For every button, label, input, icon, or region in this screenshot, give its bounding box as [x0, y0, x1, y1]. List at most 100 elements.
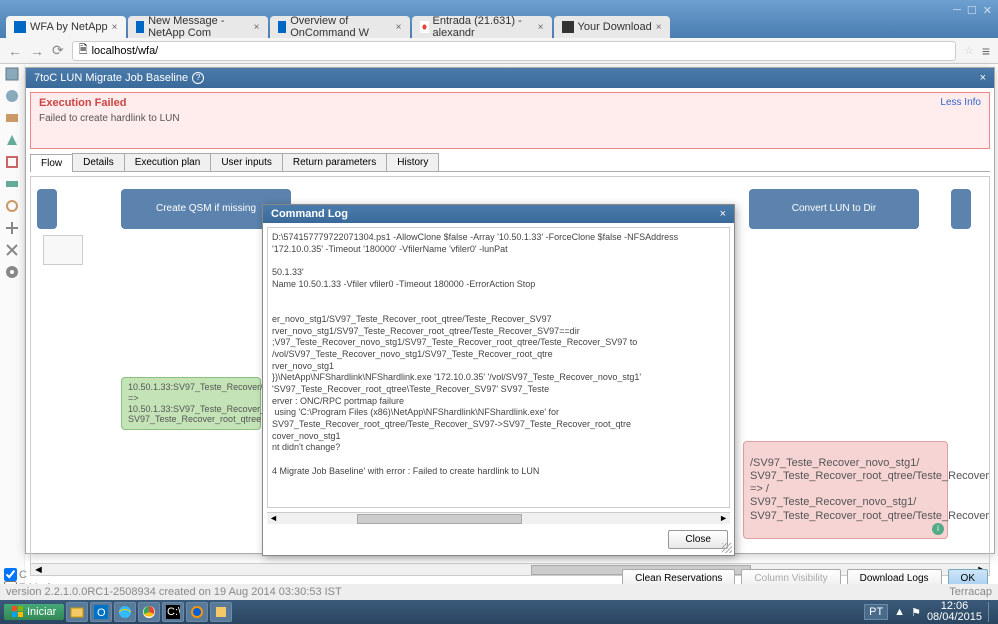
favicon: [14, 21, 26, 33]
maximize-icon[interactable]: ☐: [967, 4, 977, 17]
browser-tab[interactable]: WFA by NetApp ×: [6, 16, 126, 38]
close-button[interactable]: Close: [668, 530, 728, 549]
taskbar-item[interactable]: O: [90, 602, 112, 622]
windows-icon: [12, 606, 24, 618]
flow-thumb[interactable]: [43, 235, 83, 265]
taskbar-item[interactable]: [114, 602, 136, 622]
close-icon[interactable]: ✕: [983, 4, 992, 17]
favicon: [278, 21, 287, 33]
command-log-footer: Close: [263, 524, 734, 555]
tab-details[interactable]: Details: [72, 153, 125, 171]
close-icon[interactable]: ×: [538, 22, 544, 33]
cmd-icon: C:\: [166, 605, 180, 619]
flow-result-success[interactable]: 10.50.1.33:SV97_Teste_Recover/- => 10.50…: [121, 377, 261, 430]
scroll-right-icon[interactable]: ►: [719, 513, 728, 523]
tab-label: Overview of OnCommand W: [290, 15, 391, 39]
close-icon[interactable]: ×: [112, 22, 118, 33]
brand-text: Terracap: [949, 586, 992, 598]
tab-execution-plan[interactable]: Execution plan: [124, 153, 212, 171]
tool-icon[interactable]: [4, 110, 20, 126]
close-icon[interactable]: ×: [254, 22, 260, 33]
url-input[interactable]: 🗎 localhost/wfa/: [72, 41, 956, 61]
info-icon[interactable]: i: [932, 523, 944, 535]
browser-tab[interactable]: Your Download ×: [554, 16, 670, 38]
help-icon[interactable]: ?: [192, 72, 204, 84]
tray-icon[interactable]: ⚑: [911, 606, 921, 619]
flow-error-text: /SV97_Teste_Recover_novo_stg1/ SV97_Test…: [750, 457, 990, 522]
tab-label: New Message - NetApp Com: [148, 15, 250, 39]
checkbox[interactable]: [4, 568, 17, 581]
window-controls: ─ ☐ ✕: [953, 4, 992, 17]
tab-history[interactable]: History: [386, 153, 439, 171]
system-tray: PT ▲ ⚑ 12:06 08/04/2015: [864, 601, 994, 623]
show-desktop[interactable]: [988, 602, 994, 622]
error-message: Failed to create hardlink to LUN: [39, 109, 981, 144]
tab-return-parameters[interactable]: Return parameters: [282, 153, 387, 171]
forward-icon[interactable]: →: [30, 43, 44, 59]
close-icon[interactable]: ×: [980, 72, 986, 84]
browser-tabstrip: WFA by NetApp × New Message - NetApp Com ×…: [0, 0, 998, 38]
tool-icon[interactable]: [4, 242, 20, 258]
taskbar-item[interactable]: [66, 602, 88, 622]
browser-tab[interactable]: Overview of OnCommand W ×: [270, 16, 410, 38]
command-log-body[interactable]: D:\574157779722071304.ps1 -AllowClone $f…: [267, 227, 730, 508]
hscrollbar[interactable]: ◄ ►: [267, 512, 730, 524]
tool-icon[interactable]: [4, 66, 20, 82]
close-icon[interactable]: ×: [720, 208, 726, 220]
tab-label: Your Download: [578, 21, 652, 33]
tool-icon[interactable]: [4, 88, 20, 104]
clock[interactable]: 12:06 08/04/2015: [927, 601, 982, 623]
taskbar-item[interactable]: [138, 602, 160, 622]
error-title-text: Execution Failed: [39, 97, 126, 109]
language-indicator[interactable]: PT: [864, 604, 888, 620]
favicon: [562, 21, 574, 33]
check-c[interactable]: C: [4, 568, 56, 581]
url-text: localhost/wfa/: [92, 45, 159, 57]
tool-icon[interactable]: [4, 132, 20, 148]
flow-node-stub[interactable]: [37, 189, 57, 229]
dialog-title-bar: 7toC LUN Migrate Job Baseline ? ×: [26, 68, 994, 88]
tool-icon[interactable]: [4, 264, 20, 280]
workflow-tabs: Flow Details Execution plan User inputs …: [30, 153, 990, 172]
reload-icon[interactable]: ⟳: [52, 42, 64, 59]
tab-label: Entrada (21.631) - alexandr: [433, 15, 534, 39]
favicon: [136, 21, 145, 33]
browser-tab[interactable]: Entrada (21.631) - alexandr ×: [412, 16, 552, 38]
page-content: 7toC LUN Migrate Job Baseline ? × Execut…: [0, 64, 998, 624]
start-button[interactable]: Iniciar: [4, 604, 64, 620]
date: 08/04/2015: [927, 612, 982, 623]
tool-icon[interactable]: [4, 154, 20, 170]
tray-icon[interactable]: ▲: [894, 606, 905, 618]
flow-node-convert-lun[interactable]: Convert LUN to Dir: [749, 189, 919, 229]
less-info-link[interactable]: Less Info: [940, 97, 981, 109]
scroll-thumb[interactable]: [357, 514, 522, 524]
taskbar-item[interactable]: [186, 602, 208, 622]
error-title: Execution Failed Less Info: [39, 97, 981, 109]
close-icon[interactable]: ×: [656, 22, 662, 33]
flow-node-stub[interactable]: [951, 189, 971, 229]
taskbar-item[interactable]: C:\: [162, 602, 184, 622]
bookmark-icon[interactable]: ☆: [964, 44, 974, 57]
version-text: version 2.2.1.0.0RC1-2508934 created on …: [6, 586, 342, 598]
chrome-icon: [142, 605, 156, 619]
left-toolbar: [0, 64, 25, 594]
browser-tab[interactable]: New Message - NetApp Com ×: [128, 16, 268, 38]
tab-flow[interactable]: Flow: [30, 154, 73, 172]
tool-icon[interactable]: [4, 220, 20, 236]
close-icon[interactable]: ×: [396, 22, 402, 33]
resize-grip[interactable]: [722, 543, 732, 553]
flow-result-error[interactable]: /SV97_Teste_Recover_novo_stg1/ SV97_Test…: [743, 441, 948, 539]
back-icon[interactable]: ←: [8, 43, 22, 59]
tool-icon[interactable]: [4, 198, 20, 214]
svg-text:O: O: [97, 607, 106, 619]
explorer-icon: [70, 605, 84, 619]
taskbar-item[interactable]: [210, 602, 232, 622]
tool-icon[interactable]: [4, 176, 20, 192]
tab-user-inputs[interactable]: User inputs: [210, 153, 283, 171]
dialog-title: 7toC LUN Migrate Job Baseline: [34, 72, 188, 84]
menu-icon[interactable]: ≡: [982, 43, 990, 59]
error-banner: Execution Failed Less Info Failed to cre…: [30, 92, 990, 149]
tab-label: WFA by NetApp: [30, 21, 108, 33]
scroll-left-icon[interactable]: ◄: [269, 513, 278, 523]
minimize-icon[interactable]: ─: [953, 4, 961, 17]
